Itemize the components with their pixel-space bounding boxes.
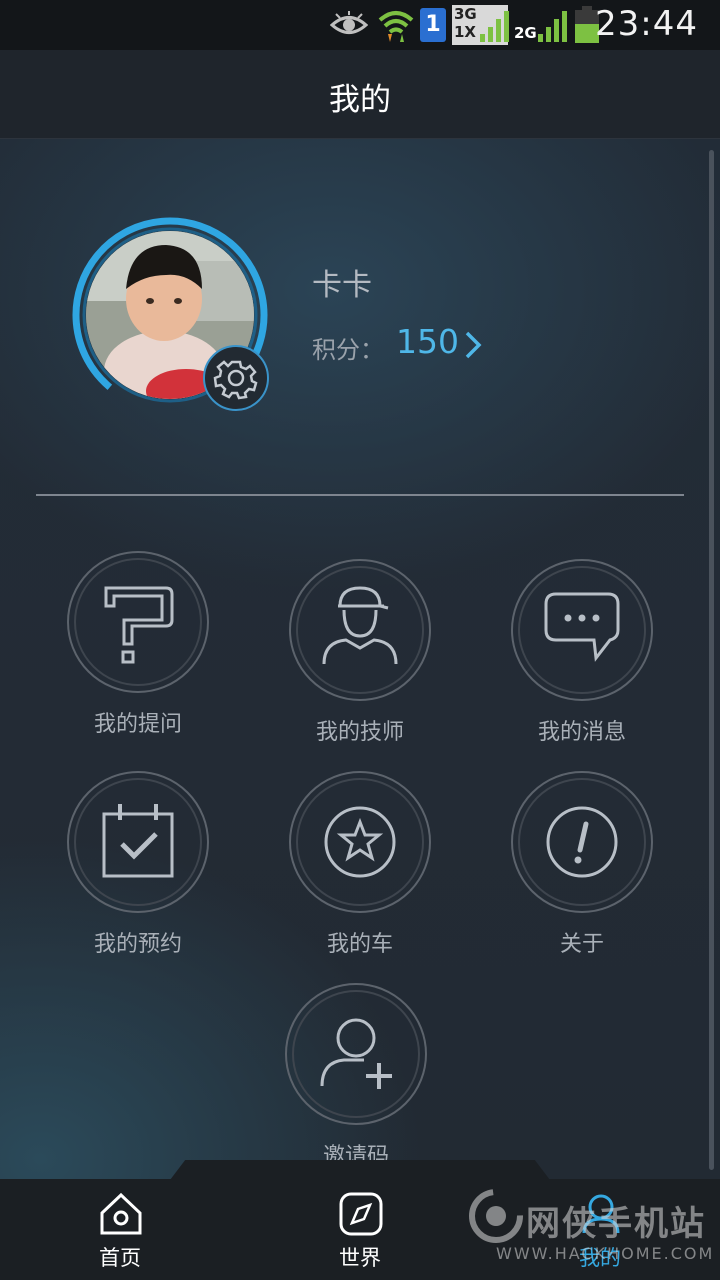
menu-item-label: 关于 xyxy=(559,932,604,957)
username: 卡卡 xyxy=(312,268,372,303)
menu-item-label: 我的预约 xyxy=(93,932,182,957)
tab-bar: 首页 世界 我的 xyxy=(0,1179,720,1280)
page-title: 我的 xyxy=(329,82,391,118)
menu-item-invite-code[interactable]: 邀请码 xyxy=(266,982,446,1172)
menu-item-label: 我的车 xyxy=(326,932,393,957)
home-icon xyxy=(100,1192,142,1235)
gear-icon xyxy=(213,360,258,400)
points-value[interactable]: 150 xyxy=(396,322,459,361)
menu-item-label: 我的技师 xyxy=(315,720,404,745)
menu-item-my-messages[interactable]: 我的消息 xyxy=(492,558,672,748)
tab-home[interactable]: 首页 xyxy=(60,1179,180,1280)
tab-world[interactable]: 世界 xyxy=(300,1179,420,1280)
menu-item-my-questions[interactable]: 我的提问 xyxy=(48,550,228,740)
message-icon xyxy=(511,559,653,701)
info-icon xyxy=(511,771,653,913)
tab-label: 首页 xyxy=(99,1246,141,1270)
points-label: 积分： xyxy=(312,336,384,364)
signal-2g-icon xyxy=(538,11,567,42)
menu-item-my-car[interactable]: 我的车 xyxy=(270,770,450,960)
tab-label: 我的 xyxy=(579,1246,621,1270)
menu-item-my-technician[interactable]: 我的技师 xyxy=(270,558,450,748)
user-icon xyxy=(582,1194,620,1234)
menu-item-label: 我的提问 xyxy=(93,712,182,737)
compass-icon xyxy=(339,1192,383,1236)
technician-icon xyxy=(289,559,431,701)
menu-item-label: 我的消息 xyxy=(537,720,626,745)
signal-3g-icon xyxy=(480,11,509,42)
tab-label: 世界 xyxy=(339,1246,381,1270)
scrollbar[interactable] xyxy=(709,150,714,1170)
clock: 23:44 xyxy=(595,4,698,44)
question-icon xyxy=(67,551,209,693)
avatar[interactable] xyxy=(70,215,275,415)
avatar-settings-button[interactable] xyxy=(203,345,269,411)
star-icon xyxy=(289,771,431,913)
menu-item-about[interactable]: 关于 xyxy=(492,770,672,960)
add-user-icon xyxy=(285,983,427,1125)
divider xyxy=(36,494,684,496)
eye-icon xyxy=(330,11,368,34)
wifi-icon xyxy=(378,11,414,42)
chevron-right-icon[interactable] xyxy=(460,330,486,360)
tab-mine[interactable]: 我的 xyxy=(540,1179,660,1280)
menu-item-my-appointments[interactable]: 我的预约 xyxy=(48,770,228,960)
header: 我的 xyxy=(0,50,720,139)
network-2g-label: 2G xyxy=(514,24,537,42)
sim-badge: 1 xyxy=(420,8,446,42)
calendar-check-icon xyxy=(67,771,209,913)
status-bar: 1 3G 1X 2G 23:44 xyxy=(0,0,720,50)
tab-bar-notch xyxy=(170,1160,550,1180)
